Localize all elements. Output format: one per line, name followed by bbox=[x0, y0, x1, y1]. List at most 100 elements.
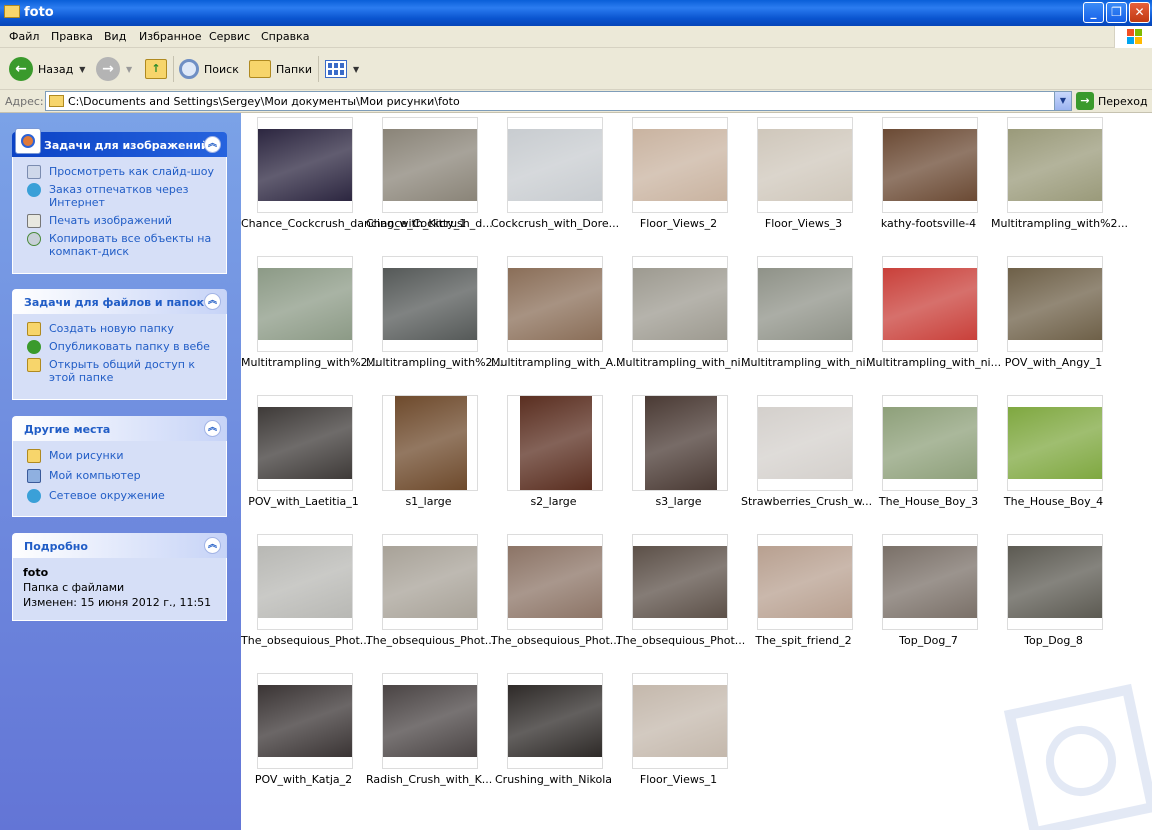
file-name[interactable]: The_obsequious_Phot... bbox=[616, 634, 745, 647]
file-item[interactable]: Floor_Views_2 bbox=[616, 113, 741, 238]
task-print[interactable]: Печать изображений bbox=[23, 214, 216, 228]
back-button[interactable]: ← Назад ▼ bbox=[9, 56, 85, 82]
task-copy-cd[interactable]: Копировать все объекты на компакт-диск bbox=[23, 232, 216, 258]
file-tasks-header[interactable]: Задачи для файлов и папок ︽ bbox=[12, 289, 227, 314]
file-item[interactable]: Top_Dog_8 bbox=[991, 530, 1116, 655]
thumbnail-frame[interactable] bbox=[257, 673, 353, 769]
thumbnail-frame[interactable] bbox=[632, 395, 728, 491]
task-print-label[interactable]: Печать изображений bbox=[49, 214, 172, 227]
task-order-prints[interactable]: Заказ отпечатков через Интернет bbox=[23, 183, 216, 209]
thumbnail-frame[interactable] bbox=[882, 534, 978, 630]
task-new-folder-label[interactable]: Создать новую папку bbox=[49, 322, 174, 335]
file-name[interactable]: Floor_Views_1 bbox=[616, 773, 741, 786]
menu-tools[interactable]: Сервис bbox=[209, 30, 250, 43]
task-slideshow-label[interactable]: Просмотреть как слайд-шоу bbox=[49, 165, 214, 178]
task-copy-cd-label[interactable]: Копировать все объекты на компакт-диск bbox=[49, 232, 211, 258]
forward-button[interactable]: → ▼ bbox=[96, 56, 132, 82]
address-input[interactable]: C:\Documents and Settings\Sergey\Мои док… bbox=[45, 91, 1072, 111]
file-item[interactable]: Multitrampling_with%2... bbox=[241, 252, 378, 377]
search-button[interactable]: Поиск bbox=[179, 56, 239, 82]
thumbnail-frame[interactable] bbox=[882, 395, 978, 491]
image-tasks-header[interactable]: Задачи для изображений ︽ bbox=[12, 128, 227, 157]
file-name[interactable]: Multitrampling_with_A... bbox=[491, 356, 623, 369]
thumbnail-frame[interactable] bbox=[257, 117, 353, 213]
file-name[interactable]: Multitrampling_with_ni... bbox=[866, 356, 1001, 369]
file-name[interactable]: Top_Dog_8 bbox=[991, 634, 1116, 647]
file-name[interactable]: Crushing_with_Nikola bbox=[491, 773, 616, 786]
file-item[interactable]: Chance_Cockcrush_d... bbox=[366, 113, 493, 238]
menu-edit[interactable]: Правка bbox=[51, 30, 93, 43]
file-name[interactable]: Multitrampling_with%2... bbox=[991, 217, 1128, 230]
menu-file[interactable]: Файл bbox=[9, 30, 39, 43]
thumbnail-frame[interactable] bbox=[257, 395, 353, 491]
file-item[interactable]: kathy-footsville-4 bbox=[866, 113, 991, 238]
file-name[interactable]: The_obsequious_Phot... bbox=[491, 634, 620, 647]
address-path[interactable]: C:\Documents and Settings\Sergey\Мои док… bbox=[68, 95, 460, 108]
thumbnail-frame[interactable] bbox=[882, 117, 978, 213]
file-item[interactable]: The_House_Boy_4 bbox=[991, 391, 1116, 516]
chevron-down-icon[interactable]: ▼ bbox=[79, 65, 85, 74]
file-name[interactable]: POV_with_Angy_1 bbox=[991, 356, 1116, 369]
file-item[interactable]: Chance_Cockcrush_dancing_with_Kitty_1 bbox=[241, 113, 466, 238]
thumbnail-frame[interactable] bbox=[382, 395, 478, 491]
thumbnail-frame[interactable] bbox=[257, 256, 353, 352]
file-name[interactable]: POV_with_Laetitia_1 bbox=[241, 495, 366, 508]
address-dropdown-button[interactable]: ▼ bbox=[1054, 92, 1071, 110]
thumbnail-frame[interactable] bbox=[1007, 395, 1103, 491]
thumbnail-frame[interactable] bbox=[757, 395, 853, 491]
file-item[interactable]: The_obsequious_Phot... bbox=[491, 530, 620, 655]
thumbnail-frame[interactable] bbox=[382, 117, 478, 213]
thumbnail-frame[interactable] bbox=[507, 117, 603, 213]
collapse-chevron-icon[interactable]: ︽ bbox=[204, 537, 221, 554]
thumbnail-frame[interactable] bbox=[257, 534, 353, 630]
file-item[interactable]: Multitrampling_with_A... bbox=[491, 252, 623, 377]
file-item[interactable]: The_obsequious_Phot... bbox=[241, 530, 370, 655]
thumbnail-frame[interactable] bbox=[882, 256, 978, 352]
details-header[interactable]: Подробно ︽ bbox=[12, 533, 227, 558]
file-name[interactable]: Floor_Views_3 bbox=[741, 217, 866, 230]
file-name[interactable]: kathy-footsville-4 bbox=[866, 217, 991, 230]
file-item[interactable]: The_obsequious_Phot... bbox=[616, 530, 745, 655]
up-folder-button[interactable]: ↑ bbox=[145, 56, 167, 82]
collapse-chevron-icon[interactable]: ︽ bbox=[204, 420, 221, 437]
file-name[interactable]: Multitrampling_with_ni... bbox=[741, 356, 876, 369]
file-item[interactable]: Multitrampling_with_ni... bbox=[616, 252, 751, 377]
collapse-chevron-icon[interactable]: ︽ bbox=[204, 293, 221, 310]
maximize-button[interactable]: ❐ bbox=[1106, 2, 1127, 23]
thumbnail-frame[interactable] bbox=[757, 117, 853, 213]
thumbnail-frame[interactable] bbox=[1007, 534, 1103, 630]
menu-favorites[interactable]: Избранное bbox=[139, 30, 201, 43]
file-item[interactable]: Multitrampling_with_ni... bbox=[866, 252, 1001, 377]
file-name[interactable]: The_obsequious_Phot... bbox=[241, 634, 370, 647]
file-item[interactable]: POV_with_Katja_2 bbox=[241, 669, 366, 794]
task-share-folder[interactable]: Открыть общий доступ к этой папке bbox=[23, 358, 216, 384]
place-my-pictures-label[interactable]: Мои рисунки bbox=[49, 449, 124, 462]
file-item[interactable]: Top_Dog_7 bbox=[866, 530, 991, 655]
thumbnail-frame[interactable] bbox=[507, 673, 603, 769]
thumbnail-frame[interactable] bbox=[632, 534, 728, 630]
file-item[interactable]: POV_with_Laetitia_1 bbox=[241, 391, 366, 516]
file-name[interactable]: s3_large bbox=[616, 495, 741, 508]
file-item[interactable]: POV_with_Angy_1 bbox=[991, 252, 1116, 377]
file-item[interactable]: Strawberries_Crush_w... bbox=[741, 391, 872, 516]
place-network-label[interactable]: Сетевое окружение bbox=[49, 489, 165, 502]
file-item[interactable]: The_spit_friend_2 bbox=[741, 530, 866, 655]
thumbnail-frame[interactable] bbox=[507, 256, 603, 352]
folders-button[interactable]: Папки bbox=[249, 56, 312, 82]
thumbnail-frame[interactable] bbox=[632, 117, 728, 213]
file-name[interactable]: The_House_Boy_4 bbox=[991, 495, 1116, 508]
thumbnail-frame[interactable] bbox=[757, 256, 853, 352]
thumbnail-frame[interactable] bbox=[632, 256, 728, 352]
thumbnail-frame[interactable] bbox=[382, 673, 478, 769]
file-item[interactable]: Multitrampling_with%2... bbox=[366, 252, 503, 377]
file-name[interactable]: Cockcrush_with_Dore... bbox=[491, 217, 619, 230]
file-name[interactable]: Floor_Views_2 bbox=[616, 217, 741, 230]
chevron-down-icon[interactable]: ▼ bbox=[353, 65, 359, 74]
file-name[interactable]: Multitrampling_with%2... bbox=[366, 356, 503, 369]
menu-help[interactable]: Справка bbox=[261, 30, 309, 43]
thumbnail-frame[interactable] bbox=[507, 534, 603, 630]
file-name[interactable]: Radish_Crush_with_K... bbox=[366, 773, 492, 786]
file-item[interactable]: s2_large bbox=[491, 391, 616, 516]
menu-view[interactable]: Вид bbox=[104, 30, 126, 43]
file-name[interactable]: Top_Dog_7 bbox=[866, 634, 991, 647]
